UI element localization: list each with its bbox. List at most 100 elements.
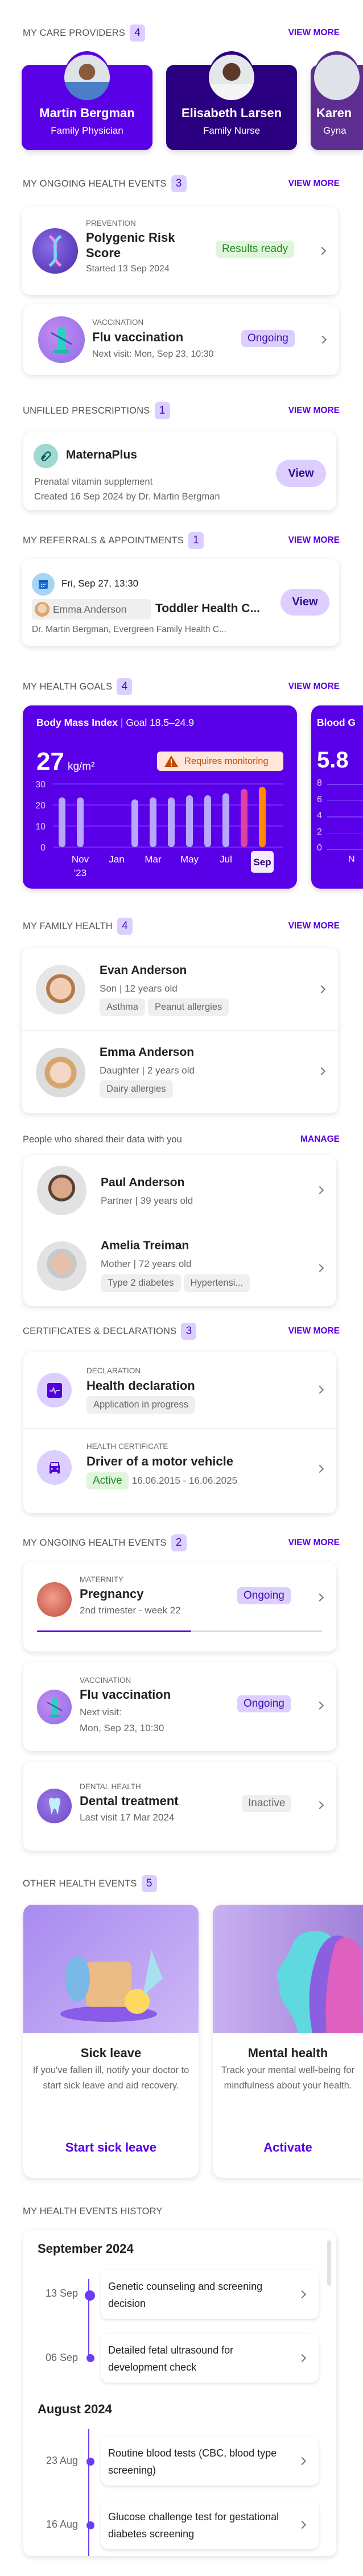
certificate-row[interactable]: HEALTH CERTIFICATE Driver of a motor veh… [23,1429,336,1513]
gridline [327,816,363,818]
view-appointment-button[interactable]: View [280,589,329,616]
appointment-card[interactable]: Fri, Sep 27, 13:30 Emma Anderson Toddler… [22,559,339,646]
pulse-icon [37,1373,72,1407]
x-tick-label: Sep [253,857,271,868]
x-tick-label: Jul [220,854,232,865]
certificates-card: DECLARATION Health declaration Applicati… [23,1352,336,1513]
history-event[interactable]: Detailed fetal ultrasound for developmen… [101,2334,319,2383]
certificate-row[interactable]: DECLARATION Health declaration Applicati… [23,1352,336,1429]
y-tick-label: 20 [35,801,46,811]
section-title: Certificates & declarations [23,1326,177,1336]
provider-card[interactable]: Martin Bergman Family Physician [22,51,152,150]
history-event[interactable]: Routine blood tests (CBC, blood type scr… [101,2437,319,2486]
event-subtitle: Started 13 Sep 2024 [86,264,170,274]
bar-jun [204,795,211,847]
shared-person-row[interactable]: Paul Anderson Partner | 39 years old [23,1155,336,1229]
timeline-dot [86,2521,94,2529]
event-card-flu-2[interactable]: VACCINATION Flu vaccination Next visit: … [23,1662,336,1751]
bar-nov [77,797,84,847]
section-header-referrals: My referrals & appointments 1 VIEW MORE [23,532,340,549]
family-member-row[interactable]: Evan Anderson Son | 12 years old Asthma P… [22,948,338,1031]
vaccine-icon [38,316,85,363]
activate-button[interactable]: Activate [213,2140,363,2155]
event-card-flu[interactable]: VACCINATION Flu vaccination Next visit: … [23,304,339,375]
avatar [35,602,50,617]
status-badge: Inactive [242,1795,292,1812]
provider-card[interactable]: Karen Gyna [311,51,363,150]
y-tick-label: 10 [35,822,46,832]
goal-title: Blood G [317,717,356,728]
bar-sep [259,787,266,847]
view-more-link[interactable]: VIEW MORE [288,179,340,189]
status-badge: Ongoing [237,1695,291,1712]
chevron-right-icon [317,1067,326,1076]
start-sick-leave-button[interactable]: Start sick leave [23,2140,199,2155]
event-subtitle: 2nd trimester - week 22 [80,1605,181,1616]
event-category: VACCINATION [92,318,144,327]
prescription-card[interactable]: MaternaPlus Prenatal vitamin supplement … [23,431,336,510]
section-header-shared: People who shared their data with you MA… [23,1131,340,1148]
calendar-icon [32,573,55,596]
chevron-right-icon [317,985,326,994]
x-tick-label: Nov [72,854,89,865]
timeline-dot [85,2290,95,2301]
section-header-ongoing-2: My ongoing health events 2 VIEW MORE [23,1534,340,1551]
other-event-card-sick-leave[interactable]: Sick leave If you've fallen ill, notify … [23,1905,199,2178]
timeline-line [88,2429,89,2556]
event-date: 16 Aug [46,2519,78,2530]
other-event-card-mental-health[interactable]: Mental health Track your mental well-bei… [213,1905,363,2178]
provider-role: Family Nurse [203,125,261,136]
event-card-dental[interactable]: DENTAL HEALTH Dental treatment Last visi… [23,1762,336,1851]
section-header-family: My family health 4 VIEW MORE [23,918,340,935]
section-header-other: Other health events 5 [23,1875,340,1892]
bar-feb [131,799,138,847]
appointment-datetime: Fri, Sep 27, 13:30 [61,578,139,589]
section-title: My health events history [23,2206,163,2216]
view-more-link[interactable]: VIEW MORE [288,406,340,416]
family-member-row[interactable]: Emma Anderson Daughter | 2 years old Dai… [22,1031,338,1113]
history-event-text: Detailed fetal ultrasound for developmen… [108,2344,234,2373]
chevron-right-icon [298,2290,307,2299]
manage-link[interactable]: MANAGE [300,1134,340,1145]
section-header-ongoing: My ongoing health events 3 VIEW MORE [23,175,340,192]
view-more-link[interactable]: VIEW MORE [288,1326,340,1336]
section-header-prescriptions: Unfilled prescriptions 1 VIEW MORE [23,402,340,419]
section-header-care-providers: My care providers 4 VIEW MORE [23,24,340,42]
avatar [36,1048,85,1097]
history-event[interactable]: Glucose challenge test for gestational d… [101,2500,319,2549]
history-event[interactable]: Genetic counseling and screening decisio… [101,2270,319,2319]
certificate-category: HEALTH CERTIFICATE [86,1442,168,1451]
person-relation: Partner [101,1195,133,1206]
goal-card-bmi[interactable]: Body Mass Index | Goal 18.5–24.9 27 kg/m… [23,705,297,889]
month-heading: September 2024 [38,2241,134,2256]
bmi-bar-chart: 30 20 10 0 Nov '23 Jan Mar May Jul Sep [35,780,283,878]
bar-may [186,795,193,847]
fetus-icon [37,1582,72,1617]
view-more-link[interactable]: VIEW MORE [288,1538,340,1548]
view-more-link[interactable]: VIEW MORE [288,535,340,546]
scrollbar[interactable] [327,2240,331,2286]
chevron-right-icon [315,1701,324,1710]
warning-icon [164,756,178,767]
goal-header: Body Mass Index | Goal 18.5–24.9 [36,717,194,728]
chevron-right-icon [315,1593,324,1602]
count-badge: 3 [181,1323,197,1340]
shared-person-row[interactable]: Amelia Treiman Mother | 72 years old Typ… [23,1229,336,1306]
goal-card-second[interactable]: Blood G 5.8 8 6 4 2 0 N [311,705,363,889]
event-card-pregnancy[interactable]: MATERNITY Pregnancy 2nd trimester - week… [23,1562,336,1652]
x-tick-year: '23 [74,868,86,878]
provider-card[interactable]: Elisabeth Larsen Family Nurse [166,51,297,150]
view-more-link[interactable]: VIEW MORE [288,682,340,692]
member-relation: Son [100,983,117,994]
event-title: Polygenic Risk Score [86,230,175,260]
avatar [37,1166,86,1215]
pill-icon [34,444,58,468]
view-prescription-button[interactable]: View [276,460,326,487]
view-more-link[interactable]: VIEW MORE [288,28,340,38]
count-badge: 1 [154,402,170,419]
mental-health-illustration [213,1905,363,2033]
member-name: Emma Anderson [100,1046,195,1059]
event-card-polygenic[interactable]: PREVENTION Polygenic Risk Score Started … [22,207,339,295]
view-more-link[interactable]: VIEW MORE [288,921,340,931]
condition-tag: Hypertensi... [183,1274,250,1292]
